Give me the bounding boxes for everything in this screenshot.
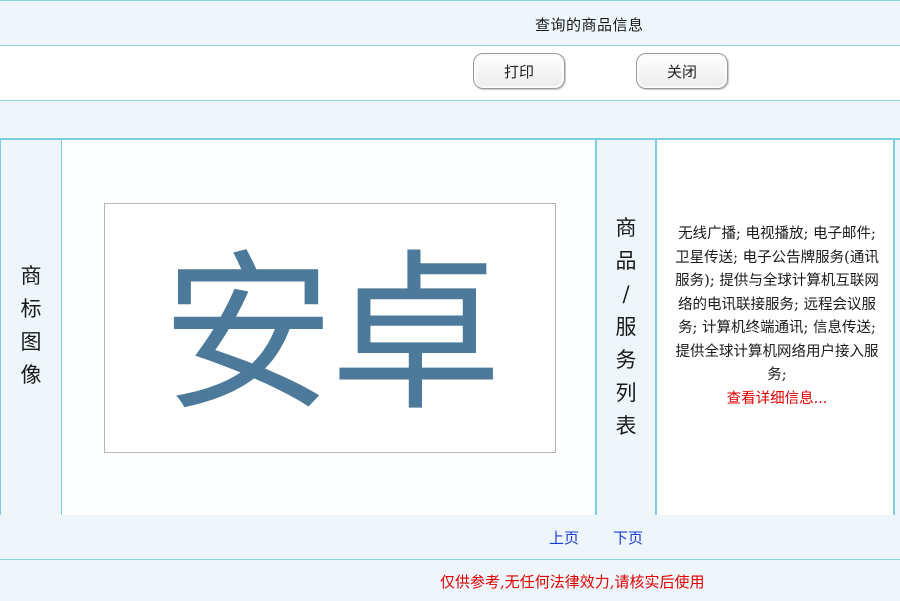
trademark-image-svg: 安卓 (162, 234, 502, 435)
image-label: 商 标 图 像 (20, 264, 42, 387)
prev-page-link[interactable]: 上页 (549, 527, 579, 548)
trademark-text: 安卓 (162, 234, 498, 435)
next-page-link[interactable]: 下页 (613, 527, 643, 548)
title-bar: 查询的商品信息 (0, 0, 900, 46)
pagination: 上页 下页 (0, 515, 900, 560)
services-cell: 无线广播; 电视播放; 电子邮件; 卫星传送; 电子公告牌服务(通讯服务); 提… (657, 140, 895, 515)
spacer-row (0, 101, 900, 140)
trademark-image: 安卓 (104, 203, 556, 453)
disclaimer-text: 仅供参考,无任何法律效力,请核实后使用 (440, 573, 705, 591)
print-button[interactable]: 打印 (473, 53, 565, 89)
footer: 仅供参考,无任何法律效力,请核实后使用 (0, 560, 900, 601)
close-button[interactable]: 关闭 (636, 53, 728, 89)
image-label-cell: 商 标 图 像 (0, 140, 62, 515)
table-edge (895, 140, 900, 515)
toolbar: 打印 关闭 (0, 46, 900, 101)
services-list: 无线广播; 电视播放; 电子邮件; 卫星传送; 电子公告牌服务(通讯服务); 提… (669, 223, 885, 411)
page-title: 查询的商品信息 (535, 16, 644, 34)
trademark-detail-table: 商 标 图 像 安卓 商 品 / 服 务 列 表 无线广播; 电视播放; 电子邮… (0, 140, 900, 515)
view-details-link[interactable]: 查看详细信息... (727, 391, 828, 407)
image-cell: 安卓 (62, 140, 597, 515)
services-label-cell: 商 品 / 服 务 列 表 (597, 140, 657, 515)
services-label: 商 品 / 服 务 列 表 (615, 216, 637, 438)
services-text: 无线广播; 电视播放; 电子邮件; 卫星传送; 电子公告牌服务(通讯服务); 提… (675, 226, 879, 383)
